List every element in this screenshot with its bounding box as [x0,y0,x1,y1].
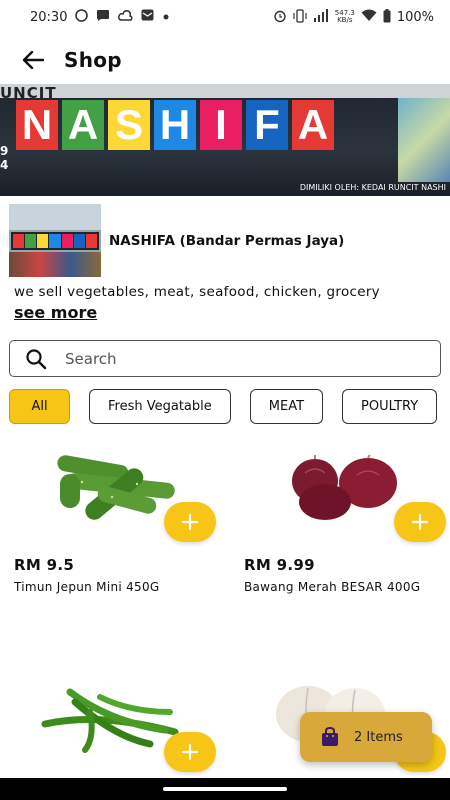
green-chili-image [41,688,179,753]
add-to-cart-button[interactable] [394,502,446,542]
back-button[interactable] [19,46,47,74]
arrow-left-icon [22,51,44,69]
banner-letter: I [200,100,242,150]
shop-name: NASHIFA (Bandar Permas Jaya) [109,232,345,249]
product-card[interactable]: RM 9.5 Timun Jepun Mini 450G [0,450,216,610]
product-name: Timun Jepun Mini 450G [14,580,160,594]
system-navigation-bar [0,778,450,800]
add-to-cart-button[interactable] [164,732,216,772]
shop-info: NASHIFA (Bandar Permas Jaya) [9,204,344,277]
lte-signal-icon [313,8,329,26]
cloud-icon [118,9,134,25]
search-bar[interactable] [9,340,441,377]
product-card[interactable]: RM 9.99 Bawang Merah BESAR 400G [230,450,446,610]
status-bar: 20:30 547.3 KB/s 100% [0,0,450,34]
add-to-cart-button[interactable] [164,502,216,542]
banner-letters: N A S H I F A [16,100,334,150]
battery-icon [383,8,391,26]
chip-fresh-vegetable[interactable]: Fresh Vegatable [89,389,231,424]
page-title: Shop [64,48,122,72]
plus-icon [412,514,428,530]
alarm-icon [273,9,287,26]
banner-owner-text: DIMILIKI OLEH: KEDAI RUNCIT NASHI [299,183,446,192]
banner-left-digits: 9 4 [0,144,8,172]
status-time: 20:30 [30,9,68,25]
shop-thumbnail [9,204,101,277]
cucumber-image [57,455,175,520]
product-price: RM 9.99 [244,556,315,574]
wifi-icon [361,9,377,25]
chip-poultry[interactable]: POULTRY [342,389,438,424]
banner-letter: H [154,100,196,150]
banner-products-display [398,98,450,182]
chat-icon [96,9,110,26]
whatsapp-icon [75,8,89,26]
net-speed: 547.3 KB/s [335,10,355,24]
app-bar: Shop [0,40,450,80]
plus-icon [182,514,198,530]
product-name: Bawang Merah BESAR 400G [244,580,421,594]
red-onion-image [292,455,397,520]
banner-letter: S [108,100,150,150]
banner-top-strip [0,84,450,98]
chip-all[interactable]: All [9,389,70,424]
shop-description: we sell vegetables, meat, seafood, chick… [14,284,380,300]
banner-letter: A [62,100,104,150]
product-card[interactable] [0,680,216,778]
battery-level: 100% [396,9,434,25]
banner-digit: 4 [0,158,9,172]
home-gesture-handle[interactable] [163,787,287,791]
mail-icon [141,9,154,25]
see-more-link[interactable]: see more [14,303,97,322]
banner-digit: 9 [0,144,9,158]
product-price: RM 9.5 [14,556,75,574]
net-speed-unit: KB/s [337,16,353,24]
chip-meat[interactable]: MEAT [249,389,324,424]
search-input[interactable] [65,349,395,368]
plus-icon [182,744,198,760]
banner-letter: N [16,100,58,150]
view-cart-button[interactable]: 2 Items [300,712,432,762]
category-filter: All Fresh Vegatable MEAT POULTRY [9,389,438,424]
banner-letter: F [246,100,288,150]
dot-icon [162,10,170,25]
shop-banner-image: UNCIT 9 4 N A S H I F A DIMILIKI OLEH: K… [0,84,450,196]
search-icon [26,348,47,369]
cart-item-count: 2 Items [354,729,403,745]
vibrate-icon [293,8,307,26]
banner-letter: A [292,100,334,150]
shopping-bag-icon [322,727,338,746]
